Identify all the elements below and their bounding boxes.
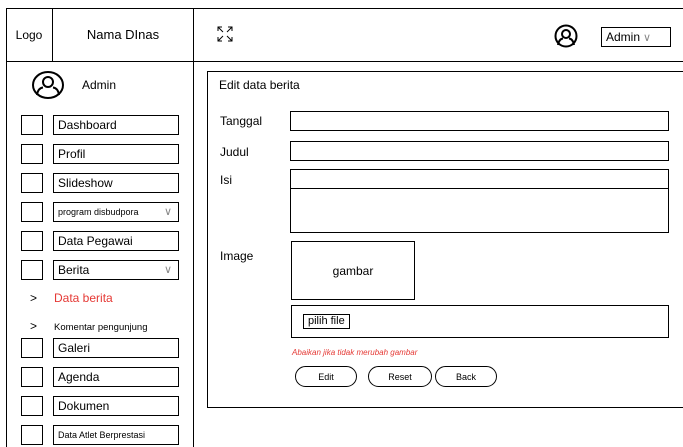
menu-icon-placeholder	[21, 202, 43, 222]
subitem-label: Komentar pengunjung	[54, 322, 148, 333]
chevron-right-icon: >	[30, 319, 38, 333]
sidebar-item-galeri[interactable]: Galeri	[21, 338, 179, 358]
user-avatar-icon[interactable]	[553, 24, 579, 48]
reset-button[interactable]: Reset	[368, 366, 432, 387]
sidebar-item-label: Berita ∨	[53, 260, 179, 280]
choose-file-button[interactable]: pilih file	[303, 314, 350, 329]
dinas-name: Nama DInas	[53, 8, 194, 62]
image-placeholder-text: gambar	[332, 263, 374, 278]
sidebar-item-label: Data Pegawai	[53, 231, 179, 251]
user-menu-dropdown[interactable]: Admin ∨	[601, 27, 671, 47]
menu-icon-placeholder	[21, 115, 43, 135]
menu-icon-placeholder	[21, 367, 43, 387]
subitem-label: Data berita	[54, 291, 113, 305]
judul-field[interactable]	[290, 141, 669, 161]
sidebar-item-text: program disbudpora	[58, 207, 139, 217]
sidebar-item-dokumen[interactable]: Dokumen	[21, 396, 179, 416]
menu-icon-placeholder	[21, 144, 43, 164]
sidebar-item-agenda[interactable]: Agenda	[21, 367, 179, 387]
sidebar-item-label: Data Atlet Berprestasi	[53, 425, 179, 445]
dinas-name-text: Nama DInas	[86, 27, 160, 42]
sidebar-item-berita[interactable]: Berita ∨	[21, 260, 179, 280]
image-label: Image	[220, 249, 254, 263]
back-button[interactable]: Back	[435, 366, 497, 387]
chevron-down-icon: ∨	[163, 264, 172, 276]
menu-icon-placeholder	[21, 396, 43, 416]
sidebar-item-label: Dokumen	[53, 396, 179, 416]
sidebar-item-label: program disbudpora ∨	[53, 202, 179, 222]
chevron-down-icon: ∨	[163, 206, 172, 218]
menu-icon-placeholder	[21, 173, 43, 193]
sidebar-item-slideshow[interactable]: Slideshow	[21, 173, 179, 193]
page-title: Edit data berita	[219, 78, 300, 92]
sidebar-item-label: Galeri	[53, 338, 179, 358]
menu-icon-placeholder	[21, 260, 43, 280]
sidebar-item-label: Slideshow	[53, 173, 179, 193]
sidebar-item-label: Dashboard	[53, 115, 179, 135]
menu-icon-placeholder	[21, 425, 43, 445]
isi-label: Isi	[220, 173, 232, 187]
chevron-right-icon: >	[30, 291, 38, 305]
sidebar-item-label: Profil	[53, 144, 179, 164]
logo[interactable]: Logo	[6, 8, 53, 62]
sidebar-item-dashboard[interactable]: Dashboard	[21, 115, 179, 135]
sidebar-item-program-disbudpora[interactable]: program disbudpora ∨	[21, 202, 179, 222]
sidebar-subitem-komentar[interactable]: > Komentar pengunjung	[30, 319, 148, 333]
sidebar-item-text: Berita	[58, 263, 90, 277]
sidebar-item-data-pegawai[interactable]: Data Pegawai	[21, 231, 179, 251]
isi-textarea[interactable]	[290, 169, 669, 233]
tanggal-label: Tanggal	[220, 114, 263, 128]
image-note: Abaikan jika tidak merubah gambar	[292, 348, 418, 357]
sidebar-username: Admin	[82, 78, 117, 92]
chevron-down-icon: ∨	[643, 32, 652, 44]
expand-icon[interactable]	[217, 26, 233, 42]
menu-icon-placeholder	[21, 338, 43, 358]
logo-text: Logo	[15, 27, 43, 42]
user-menu-label: Admin	[606, 30, 641, 44]
image-preview: gambar	[291, 241, 415, 300]
sidebar-item-profil[interactable]: Profil	[21, 144, 179, 164]
sidebar-item-label: Agenda	[53, 367, 179, 387]
editor-toolbar	[291, 188, 668, 189]
sidebar-item-data-atlet[interactable]: Data Atlet Berprestasi	[21, 425, 179, 445]
sidebar-subitem-data-berita[interactable]: > Data berita	[30, 291, 113, 305]
tanggal-field[interactable]	[290, 111, 669, 131]
edit-button[interactable]: Edit	[295, 366, 357, 387]
judul-label: Judul	[220, 145, 249, 159]
menu-icon-placeholder	[21, 231, 43, 251]
user-avatar-icon	[32, 71, 64, 99]
